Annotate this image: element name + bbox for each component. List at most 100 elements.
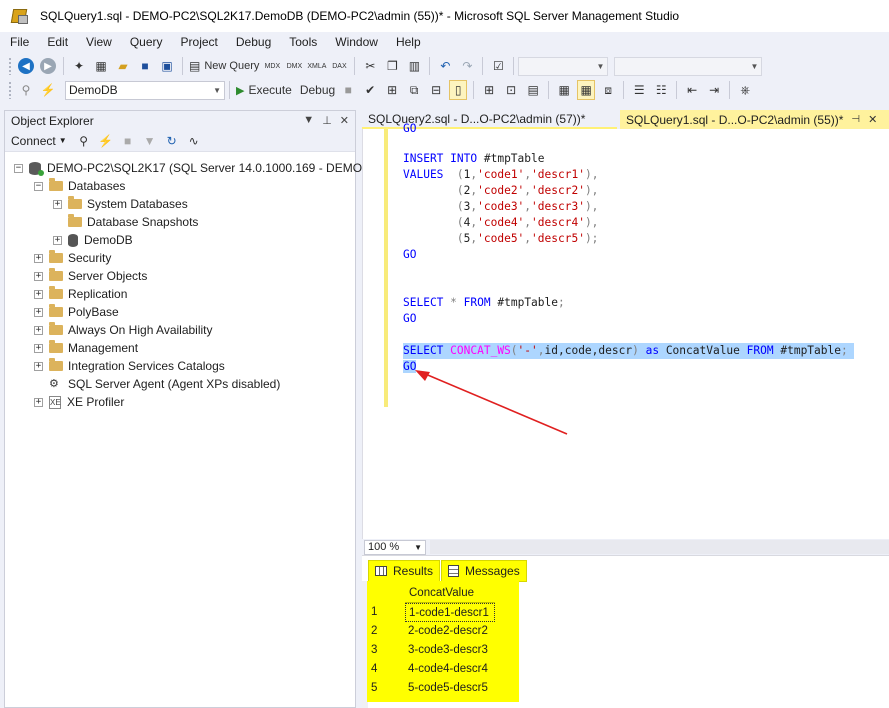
open-file-button[interactable]: ▰ — [114, 56, 132, 76]
row-number[interactable]: 4 — [371, 660, 391, 679]
results-text-button[interactable]: ▤ — [524, 80, 542, 100]
solution-config-combo[interactable]: ▼ — [518, 56, 609, 76]
find-combo[interactable]: ▼ — [614, 56, 763, 76]
dmx-query-button[interactable]: DMX — [285, 56, 303, 76]
row-number[interactable]: 5 — [371, 679, 391, 698]
expand-icon[interactable]: + — [34, 325, 43, 335]
tab-sqlquery1[interactable]: SQLQuery1.sql - D...O-PC2\admin (55))* ⊣… — [620, 110, 889, 129]
save-button[interactable]: ■ — [136, 56, 154, 76]
tree-node-management[interactable]: + Management — [34, 339, 138, 357]
cut-button[interactable]: ✂ — [361, 56, 379, 76]
results-to-button[interactable]: ⊟ — [427, 80, 445, 100]
expand-icon[interactable]: + — [34, 307, 43, 317]
expand-icon[interactable]: + — [34, 271, 43, 281]
activity-monitor-oe-button[interactable]: ∿ — [185, 131, 203, 151]
close-icon[interactable]: ✕ — [340, 114, 349, 127]
tab-messages[interactable]: Messages — [441, 560, 527, 582]
expand-icon[interactable]: + — [34, 289, 43, 299]
expand-icon[interactable]: + — [53, 235, 62, 245]
undo-button[interactable]: ↶ — [436, 56, 454, 76]
cancel-query-button[interactable]: ■ — [339, 80, 357, 100]
query-designer-button[interactable]: ⧉ — [405, 80, 423, 100]
result-cell[interactable]: 1-code1-descr1 — [405, 603, 495, 622]
tree-node-server-objects[interactable]: + Server Objects — [34, 267, 147, 285]
expand-icon[interactable]: + — [34, 253, 43, 263]
menu-help[interactable]: Help — [386, 35, 429, 49]
debug-button[interactable]: Debug — [300, 80, 335, 100]
pin-icon[interactable]: ⊣ — [851, 114, 860, 125]
connect-button[interactable]: ⚲ — [17, 80, 35, 100]
menu-query[interactable]: Query — [120, 35, 171, 49]
results-grid-button[interactable]: ▦ — [555, 80, 573, 100]
tree-node-system-databases[interactable]: + System Databases — [53, 195, 188, 213]
forward-button[interactable]: ▶ — [39, 56, 57, 76]
menu-view[interactable]: View — [76, 35, 120, 49]
row-number[interactable]: 1 — [371, 603, 391, 622]
tab-results[interactable]: Results — [368, 560, 441, 582]
decrease-indent-button[interactable]: ⇤ — [683, 80, 701, 100]
back-button[interactable]: ◀ — [17, 56, 35, 76]
column-header[interactable]: ConcatValue — [405, 584, 495, 603]
tab-sqlquery2[interactable]: SQLQuery2.sql - D...O-PC2\admin (57))* — [362, 110, 617, 129]
uncomment-button[interactable]: ☷ — [652, 80, 670, 100]
results-file-button[interactable]: ▦ — [577, 80, 596, 100]
menu-project[interactable]: Project — [171, 35, 226, 49]
new-query-button[interactable]: ▤ New Query — [189, 56, 259, 76]
close-icon[interactable]: ✕ — [868, 113, 877, 126]
disconnect-oe-button[interactable]: ⚡ — [97, 131, 115, 151]
result-cell[interactable]: 3-code3-descr3 — [405, 641, 495, 660]
tree-node-sql-agent[interactable]: ⚙ SQL Server Agent (Agent XPs disabled) — [34, 375, 280, 393]
paste-button[interactable]: ▥ — [405, 56, 423, 76]
connect-dropdown[interactable]: Connect — [11, 134, 56, 148]
expand-icon[interactable]: + — [34, 361, 43, 371]
increase-indent-button[interactable]: ⇥ — [705, 80, 723, 100]
collapse-icon[interactable]: − — [14, 163, 23, 173]
add-item-button[interactable]: ▦ — [92, 56, 110, 76]
horizontal-scrollbar[interactable] — [430, 540, 889, 554]
query-editor[interactable]: GO INSERT INTO #tmpTable VALUES (1,'code… — [362, 122, 889, 539]
execute-button[interactable]: ▶ Execute — [236, 80, 292, 100]
tree-node-demodb[interactable]: + DemoDB — [53, 231, 133, 249]
tree-node-integration-services[interactable]: + Integration Services Catalogs — [34, 357, 225, 375]
specify-template-values-button[interactable]: ⎈ — [736, 80, 754, 100]
tree-node-always-on[interactable]: + Always On High Availability — [34, 321, 213, 339]
parse-button[interactable]: ✔ — [361, 80, 379, 100]
results-grid[interactable]: ConcatValue 1 1-code1-descr1 2 2-code2-d… — [367, 581, 519, 702]
sql-code[interactable]: GO INSERT INTO #tmpTable VALUES (1,'code… — [403, 122, 855, 373]
menu-edit[interactable]: Edit — [37, 35, 76, 49]
row-number[interactable]: 3 — [371, 641, 391, 660]
mdx-query-button[interactable]: MDX — [263, 56, 281, 76]
tree-node-databases[interactable]: − Databases — [34, 177, 125, 195]
chevron-down-icon[interactable]: ▼ — [59, 136, 67, 145]
activity-monitor-button[interactable]: ☑ — [489, 56, 507, 76]
result-cell[interactable]: 5-code5-descr5 — [405, 679, 495, 698]
toolbar-grip[interactable] — [8, 81, 12, 99]
new-project-button[interactable]: ✦ — [70, 56, 88, 76]
panel-menu-chevron-icon[interactable]: ▼ — [303, 114, 314, 127]
save-all-button[interactable]: ▣ — [158, 56, 176, 76]
comment-button[interactable]: ☰ — [630, 80, 648, 100]
tree-node-polybase[interactable]: + PolyBase — [34, 303, 119, 321]
zoom-combo[interactable]: 100 % ▼ — [364, 539, 426, 555]
toolbar-grip[interactable] — [8, 57, 12, 75]
include-plan-button[interactable]: ▯ — [449, 80, 468, 100]
stop-button[interactable]: ■ — [119, 131, 137, 151]
connect-oe-button[interactable]: ⚲ — [75, 131, 93, 151]
menu-window[interactable]: Window — [325, 35, 386, 49]
expand-icon[interactable]: + — [53, 199, 62, 209]
dax-query-button[interactable]: DAX — [330, 56, 348, 76]
display-plan-button[interactable]: ⊞ — [383, 80, 401, 100]
result-cell[interactable]: 4-code4-descr4 — [405, 660, 495, 679]
live-stats-button[interactable]: ⊞ — [480, 80, 498, 100]
xmla-query-button[interactable]: XMLA — [307, 56, 326, 76]
show-results-pane-button[interactable]: ⧈ — [599, 80, 617, 100]
menu-file[interactable]: File — [0, 35, 37, 49]
expand-icon[interactable]: + — [34, 343, 43, 353]
copy-button[interactable]: ❐ — [383, 56, 401, 76]
client-stats-button[interactable]: ⊡ — [502, 80, 520, 100]
pin-icon[interactable]: ⊥ — [322, 114, 332, 127]
menu-tools[interactable]: Tools — [279, 35, 325, 49]
redo-button[interactable]: ↷ — [458, 56, 476, 76]
filter-button[interactable]: ▼ — [141, 131, 159, 151]
tree-node-database-snapshots[interactable]: Database Snapshots — [53, 213, 198, 231]
